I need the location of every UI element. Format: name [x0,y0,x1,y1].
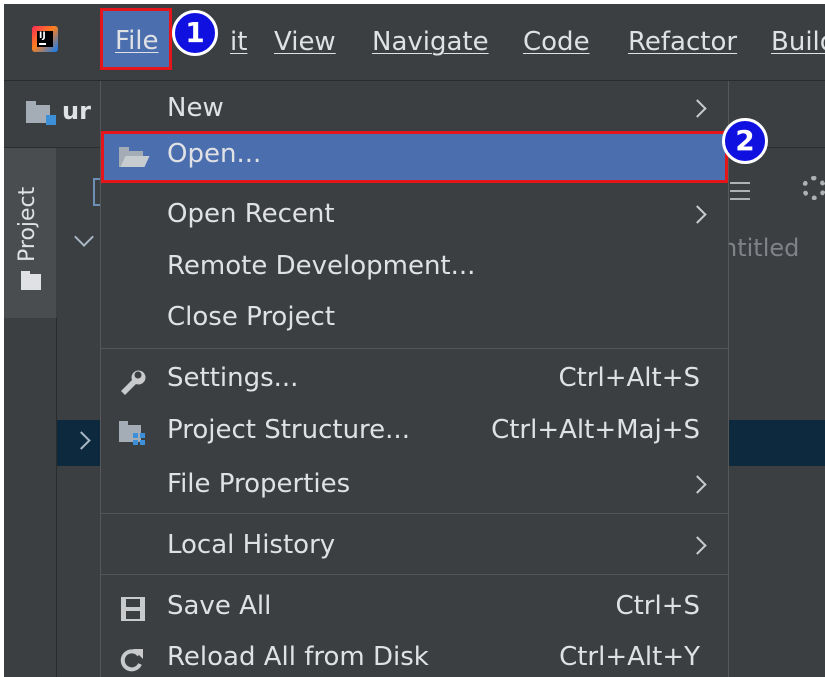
menu-item-remote-development[interactable]: Remote Development... [101,243,728,295]
menu-item-settings[interactable]: Settings... Ctrl+Alt+S [101,355,728,407]
project-structure-icon [117,419,147,447]
menu-item-label: Remote Development... [167,251,476,281]
project-name[interactable]: ur [62,97,91,125]
open-folder-icon [117,143,150,171]
chevron-right-icon [688,205,707,224]
menu-separator [101,574,728,575]
menu-bar: IJ File it View Navigate Code Refactor B… [4,4,825,81]
menu-item-new[interactable]: New [101,85,728,137]
menu-refactor[interactable]: Refactor [628,24,737,60]
menu-item-label: Save All [167,591,272,621]
menu-item-open-recent[interactable]: Open Recent [101,191,728,243]
menu-item-label: Local History [167,530,336,560]
menu-item-file-properties[interactable]: File Properties [101,461,728,513]
chevron-down-icon[interactable] [74,227,94,247]
menu-item-close-project[interactable]: Close Project [101,294,728,346]
menu-item-label: New [167,93,224,123]
menu-item-save-all[interactable]: Save All Ctrl+S [101,583,728,635]
menu-item-shortcut: Ctrl+Alt+Y [559,642,700,672]
menu-navigate[interactable]: Navigate [372,24,489,60]
menu-edit[interactable]: it [230,24,247,60]
folder-icon [21,271,41,290]
menu-item-shortcut: Ctrl+Alt+S [558,363,700,393]
menu-code[interactable]: Code [523,24,590,60]
gear-icon[interactable] [802,176,825,200]
menu-item-label: File Properties [167,469,351,499]
project-tool-window-button[interactable]: Project [14,172,42,262]
collapse-all-icon[interactable] [730,178,750,204]
menu-item-label: Reload All from Disk [167,642,429,672]
save-icon [117,595,147,623]
menu-item-open[interactable]: Open... [101,131,728,183]
menu-item-label: Open... [167,139,262,169]
tree-node-label[interactable]: ntitled [722,234,799,262]
chevron-right-icon [688,99,707,118]
wrench-icon [117,367,147,395]
ide-window: IJ File it View Navigate Code Refactor B… [4,4,825,677]
menu-item-project-structure[interactable]: Project Structure... Ctrl+Alt+Maj+S [101,407,728,459]
menu-item-label: Project Structure... [167,415,410,445]
menu-item-shortcut: Ctrl+Alt+Maj+S [491,415,700,445]
menu-file[interactable]: File [100,8,172,70]
menu-view[interactable]: View [274,24,336,60]
menu-separator [101,348,728,349]
menu-item-shortcut: Ctrl+S [615,591,700,621]
menu-item-label: Open Recent [167,199,335,229]
reload-icon [117,646,147,674]
chevron-right-icon [688,475,707,494]
menu-item-label: Close Project [167,302,336,332]
menu-item-reload-all[interactable]: Reload All from Disk Ctrl+Alt+Y [101,634,728,677]
chevron-right-icon [688,536,707,555]
project-folder-icon [26,101,56,125]
menu-separator [101,513,728,514]
file-menu-dropdown: New Open... Open Recent Remote Developme… [100,81,729,677]
step-1-badge: 1 [172,10,218,56]
menu-item-label: Settings... [167,363,299,393]
menu-build[interactable]: Build [771,24,825,60]
menu-file-label: File [115,26,159,56]
step-2-badge: 2 [722,118,768,164]
menu-item-local-history[interactable]: Local History [101,522,728,574]
intellij-logo-icon: IJ [32,26,58,52]
tool-window-stripe-empty [4,318,57,677]
